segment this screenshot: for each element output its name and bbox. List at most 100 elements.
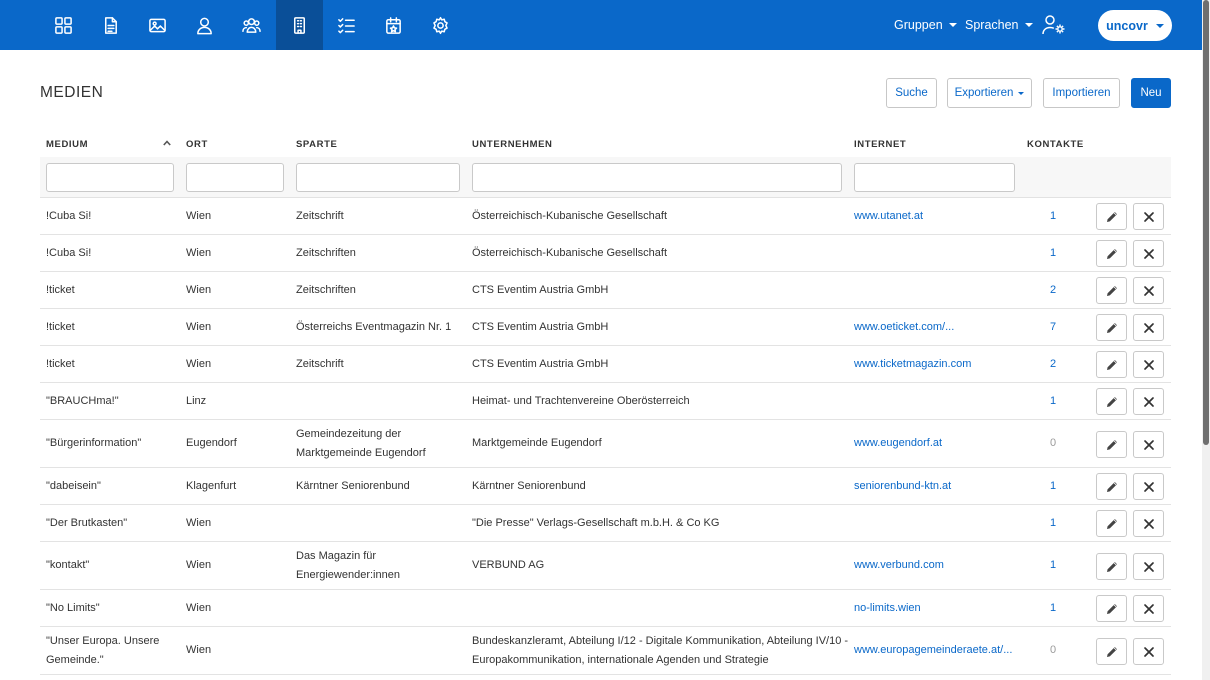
export-button[interactable]: Exportieren bbox=[947, 78, 1032, 108]
delete-button[interactable] bbox=[1133, 388, 1164, 415]
pencil-icon bbox=[1106, 561, 1117, 572]
table-row[interactable]: "dabeisein" Klagenfurt Kärntner Seniorenbu… bbox=[40, 468, 1171, 505]
cell-kontakte-link[interactable]: 7 bbox=[1040, 309, 1066, 345]
column-header-kontakte[interactable]: KONTAKTE bbox=[1027, 139, 1084, 150]
table-row[interactable]: "Unser Europa. Unsere Gemeinde." Wien Bund… bbox=[40, 627, 1171, 675]
delete-button[interactable] bbox=[1133, 553, 1164, 580]
edit-button[interactable] bbox=[1096, 351, 1127, 378]
cell-internet-link[interactable]: www.europagemeinderaete.at/... bbox=[854, 627, 1024, 674]
user-settings-button[interactable] bbox=[1042, 14, 1068, 36]
edit-button[interactable] bbox=[1096, 431, 1127, 458]
new-button[interactable]: Neu bbox=[1131, 78, 1171, 108]
chevron-down-icon bbox=[1024, 23, 1033, 27]
cell-kontakte-link[interactable]: 1 bbox=[1040, 198, 1066, 234]
cell-internet-link[interactable]: seniorenbund-ktn.at bbox=[854, 468, 1024, 504]
cell-kontakte-link[interactable]: 2 bbox=[1040, 272, 1066, 308]
nav-settings[interactable] bbox=[417, 0, 464, 50]
cell-internet-link[interactable] bbox=[854, 272, 1024, 308]
cell-ort: Wien bbox=[186, 559, 212, 572]
filter-unternehmen-input[interactable] bbox=[472, 163, 842, 192]
table-row[interactable]: !ticket Wien Österreichs Eventmagazin Nr. … bbox=[40, 309, 1171, 346]
column-header-medium[interactable]: MEDIUM bbox=[46, 139, 88, 150]
cell-kontakte-link[interactable]: 0 bbox=[1040, 420, 1066, 467]
table-row[interactable]: !ticket Wien Zeitschrift CTS Eventim Austri… bbox=[40, 346, 1171, 383]
delete-button[interactable] bbox=[1133, 277, 1164, 304]
cell-kontakte-link[interactable]: 1 bbox=[1040, 468, 1066, 504]
cell-internet-link[interactable]: www.ticketmagazin.com bbox=[854, 346, 1024, 382]
nav-person[interactable] bbox=[181, 0, 228, 50]
edit-button[interactable] bbox=[1096, 595, 1127, 622]
cell-kontakte-link[interactable]: 2 bbox=[1040, 346, 1066, 382]
edit-button[interactable] bbox=[1096, 314, 1127, 341]
import-button[interactable]: Importieren bbox=[1043, 78, 1120, 108]
nav-documents[interactable] bbox=[87, 0, 134, 50]
cell-kontakte-link[interactable]: 1 bbox=[1040, 505, 1066, 541]
filter-medium-input[interactable] bbox=[46, 163, 174, 192]
pencil-icon bbox=[1106, 248, 1117, 259]
cell-unternehmen: Marktgemeinde Eugendorf bbox=[472, 437, 602, 450]
cell-internet-link[interactable] bbox=[854, 383, 1024, 419]
delete-button[interactable] bbox=[1133, 203, 1164, 230]
nav-media[interactable] bbox=[276, 0, 323, 50]
cell-kontakte-link[interactable]: 1 bbox=[1040, 383, 1066, 419]
search-button[interactable]: Suche bbox=[886, 78, 937, 108]
nav-dashboard[interactable] bbox=[40, 0, 87, 50]
delete-button[interactable] bbox=[1133, 510, 1164, 537]
filter-sparte-input[interactable] bbox=[296, 163, 460, 192]
edit-button[interactable] bbox=[1096, 510, 1127, 537]
cell-internet-link[interactable]: www.eugendorf.at bbox=[854, 420, 1024, 467]
cell-internet-link[interactable] bbox=[854, 505, 1024, 541]
cell-kontakte-link[interactable]: 1 bbox=[1040, 590, 1066, 626]
cell-unternehmen: Heimat- und Trachtenvereine Oberösterrei… bbox=[472, 394, 690, 407]
column-header-ort[interactable]: ORT bbox=[186, 139, 208, 150]
cell-internet-link[interactable] bbox=[854, 235, 1024, 271]
delete-button[interactable] bbox=[1133, 240, 1164, 267]
nav-tasks[interactable] bbox=[323, 0, 370, 50]
menu-groups[interactable]: Gruppen bbox=[894, 0, 957, 50]
sort-ascending-icon[interactable] bbox=[163, 140, 171, 146]
column-header-internet[interactable]: INTERNET bbox=[854, 139, 906, 150]
pencil-icon bbox=[1106, 603, 1117, 614]
edit-button[interactable] bbox=[1096, 388, 1127, 415]
cell-internet-link[interactable]: www.oeticket.com/... bbox=[854, 309, 1024, 345]
filter-internet-input[interactable] bbox=[854, 163, 1015, 192]
cell-kontakte-link[interactable]: 1 bbox=[1040, 235, 1066, 271]
cell-internet-link[interactable]: www.verbund.com bbox=[854, 542, 1024, 589]
delete-button[interactable] bbox=[1133, 431, 1164, 458]
delete-button[interactable] bbox=[1133, 351, 1164, 378]
table-row[interactable]: "Der Brutkasten" Wien "Die Presse" Verlags… bbox=[40, 505, 1171, 542]
table-row[interactable]: "Bürgerinformation" Eugendorf Gemeindezeit… bbox=[40, 420, 1171, 468]
cell-sparte: Österreichs Eventmagazin Nr. 1 bbox=[296, 320, 452, 333]
nav-people[interactable] bbox=[228, 0, 275, 50]
edit-button[interactable] bbox=[1096, 553, 1127, 580]
edit-button[interactable] bbox=[1096, 203, 1127, 230]
table-row[interactable]: !ticket Wien Zeitschriften CTS Eventim Aust… bbox=[40, 272, 1171, 309]
edit-button[interactable] bbox=[1096, 473, 1127, 500]
table-row[interactable]: !Cuba Si! Wien Zeitschrift Österreichisch-K… bbox=[40, 198, 1171, 235]
delete-button[interactable] bbox=[1133, 638, 1164, 665]
cell-kontakte-link[interactable]: 1 bbox=[1040, 542, 1066, 589]
table-row[interactable]: !Cuba Si! Wien Zeitschriften Österreichisch… bbox=[40, 235, 1171, 272]
scrollbar-thumb[interactable] bbox=[1203, 0, 1209, 445]
cell-internet-link[interactable]: www.utanet.at bbox=[854, 198, 1024, 234]
edit-button[interactable] bbox=[1096, 277, 1127, 304]
column-header-unternehmen[interactable]: UNTERNEHMEN bbox=[472, 139, 553, 150]
menu-languages[interactable]: Sprachen bbox=[965, 0, 1033, 50]
pencil-icon bbox=[1106, 481, 1117, 492]
cell-kontakte-link[interactable]: 0 bbox=[1040, 627, 1066, 674]
nav-images[interactable] bbox=[134, 0, 181, 50]
user-menu-button[interactable]: uncovr bbox=[1098, 10, 1172, 41]
people-icon bbox=[242, 17, 261, 33]
table-row[interactable]: "kontakt" Wien Das Magazin für Energiewend… bbox=[40, 542, 1171, 590]
nav-calendar[interactable] bbox=[370, 0, 417, 50]
filter-ort-input[interactable] bbox=[186, 163, 284, 192]
table-row[interactable]: "BRAUCHma!" Linz Heimat- und Trachtenverei… bbox=[40, 383, 1171, 420]
delete-button[interactable] bbox=[1133, 595, 1164, 622]
edit-button[interactable] bbox=[1096, 240, 1127, 267]
delete-button[interactable] bbox=[1133, 314, 1164, 341]
column-header-sparte[interactable]: SPARTE bbox=[296, 139, 337, 150]
edit-button[interactable] bbox=[1096, 638, 1127, 665]
cell-internet-link[interactable]: no-limits.wien bbox=[854, 590, 1024, 626]
table-row[interactable]: "No Limits" Wien no-limits.wien 1 bbox=[40, 590, 1171, 627]
delete-button[interactable] bbox=[1133, 473, 1164, 500]
